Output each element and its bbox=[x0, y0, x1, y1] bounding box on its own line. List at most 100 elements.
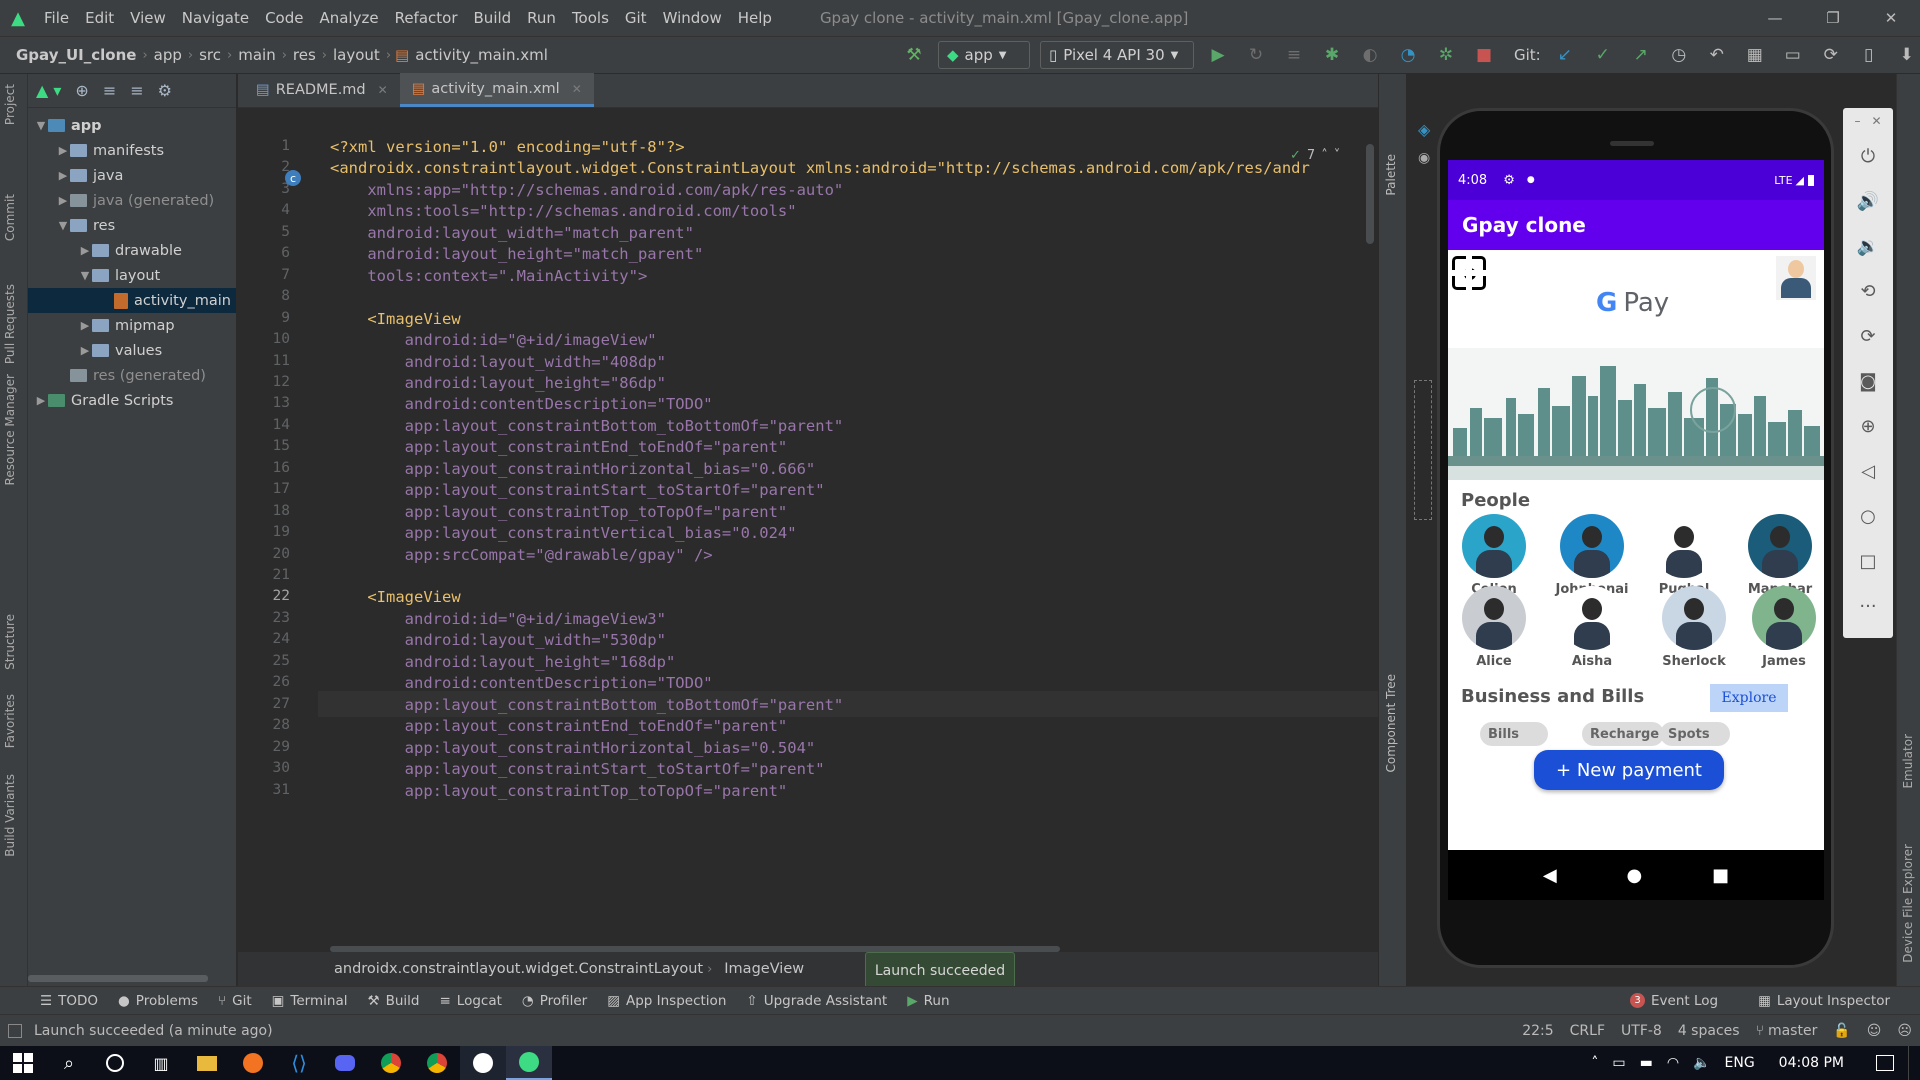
device-select[interactable]: ▯ Pixel 4 API 30 ▼ bbox=[1040, 41, 1194, 69]
home-icon[interactable]: ● bbox=[1627, 865, 1643, 886]
breadcrumb-layout[interactable]: androidx.constraintlayout.widget.Constra… bbox=[334, 961, 703, 977]
stripe-tab-pull-requests[interactable]: Pull Requests bbox=[3, 284, 17, 364]
chevron-down-icon[interactable]: ▼ bbox=[34, 119, 48, 132]
chevron-right-icon[interactable]: ▶ bbox=[78, 344, 92, 357]
toolwindow-upgrade-assistant[interactable]: ⇧ Upgrade Assistant bbox=[736, 993, 897, 1009]
recents-icon[interactable]: ■ bbox=[1712, 865, 1729, 886]
history-icon[interactable]: ◷ bbox=[1665, 41, 1693, 69]
chrome-alt-icon[interactable] bbox=[414, 1046, 460, 1080]
chevron-down-icon[interactable]: ▼ bbox=[56, 219, 70, 232]
tree-item-app[interactable]: ▼ app bbox=[28, 113, 236, 138]
chevron-down-icon[interactable]: ˅ bbox=[1334, 148, 1341, 163]
breadcrumb-item[interactable]: layout bbox=[331, 46, 382, 64]
maximize-icon[interactable]: ❐ bbox=[1804, 0, 1862, 36]
git-commit-icon[interactable]: ✓ bbox=[1589, 41, 1617, 69]
menu-file[interactable]: File bbox=[36, 9, 77, 27]
emu-minimize-icon[interactable]: – bbox=[1854, 114, 1860, 128]
menu-help[interactable]: Help bbox=[730, 9, 780, 27]
line-separator[interactable]: CRLF bbox=[1570, 1023, 1605, 1039]
face-icon[interactable]: ☺ bbox=[1867, 1023, 1882, 1039]
explore-button[interactable]: Explore bbox=[1710, 684, 1788, 712]
stripe-tab-commit[interactable]: Commit bbox=[3, 194, 17, 241]
apply-changes-icon[interactable]: ≡ bbox=[1280, 41, 1308, 69]
chevron-right-icon[interactable]: ▶ bbox=[34, 394, 48, 407]
code-editor[interactable]: <?xml version="1.0" encoding="utf-8"?> <a… bbox=[330, 138, 1330, 952]
cortana-icon[interactable] bbox=[92, 1046, 138, 1080]
menu-build[interactable]: Build bbox=[466, 9, 520, 27]
stripe-tab-favorites[interactable]: Favorites bbox=[3, 694, 17, 748]
chevron-right-icon[interactable]: ▶ bbox=[78, 319, 92, 332]
wifi-icon[interactable]: ◠ bbox=[1667, 1055, 1679, 1071]
overview-icon[interactable]: □ bbox=[1843, 539, 1893, 584]
volume-down-icon[interactable]: 🔉 bbox=[1843, 224, 1893, 269]
android-view-icon[interactable]: ▲ ▾ bbox=[36, 81, 61, 100]
menu-code[interactable]: Code bbox=[257, 9, 311, 27]
person-avatar-james[interactable] bbox=[1752, 586, 1816, 650]
indent-setting[interactable]: 4 spaces bbox=[1678, 1023, 1740, 1039]
component-tree-tab[interactable]: Component Tree bbox=[1384, 674, 1398, 772]
lock-icon[interactable]: 🔓 bbox=[1833, 1023, 1850, 1039]
tree-item-manifests[interactable]: ▶ manifests bbox=[28, 138, 236, 163]
toolwindow-problems[interactable]: ● Problems bbox=[108, 993, 208, 1009]
person-avatar-johnhonai[interactable] bbox=[1560, 514, 1624, 578]
emu-close-icon[interactable]: ✕ bbox=[1871, 114, 1881, 128]
palette-tab[interactable]: Palette bbox=[1384, 154, 1398, 196]
chevron-up-icon[interactable]: ˄ bbox=[1321, 148, 1328, 163]
volume-up-icon[interactable]: 🔊 bbox=[1843, 179, 1893, 224]
menu-analyze[interactable]: Analyze bbox=[311, 9, 386, 27]
tree-item-layout[interactable]: ▼ layout bbox=[28, 263, 236, 288]
breadcrumb-item[interactable]: activity_main.xml bbox=[413, 46, 550, 64]
discord-icon[interactable] bbox=[322, 1046, 368, 1080]
gear-icon[interactable]: ⚙ bbox=[158, 81, 172, 100]
menu-git[interactable]: Git bbox=[617, 9, 655, 27]
layout-inspector-button[interactable]: ▦ Layout Inspector bbox=[1748, 993, 1900, 1009]
stripe-tab-resource-manager[interactable]: Resource Manager bbox=[3, 374, 17, 485]
camera-icon[interactable]: ◙ bbox=[1843, 359, 1893, 404]
menu-refactor[interactable]: Refactor bbox=[387, 9, 466, 27]
close-tab-icon[interactable]: ✕ bbox=[572, 82, 582, 96]
stripe-tab-structure[interactable]: Structure bbox=[3, 614, 17, 670]
notifications-icon[interactable] bbox=[1876, 1055, 1894, 1071]
close-icon[interactable]: ✕ bbox=[1862, 0, 1920, 36]
tree-item-res-generated-[interactable]: res (generated) bbox=[28, 363, 236, 388]
rotate-right-icon[interactable]: ⟳ bbox=[1843, 314, 1893, 359]
status-toggle-icon[interactable] bbox=[8, 1023, 22, 1038]
new-payment-button[interactable]: + New payment bbox=[1534, 750, 1724, 790]
menu-run[interactable]: Run bbox=[519, 9, 564, 27]
task-view-icon[interactable]: ▥ bbox=[138, 1046, 184, 1080]
app-icon[interactable] bbox=[460, 1046, 506, 1080]
tree-item-res[interactable]: ▼ res bbox=[28, 213, 236, 238]
windows-start-icon[interactable] bbox=[0, 1046, 46, 1080]
chip-bills[interactable]: Bills bbox=[1480, 722, 1548, 746]
more-icon[interactable]: ··· bbox=[1843, 584, 1893, 629]
speaker-icon[interactable]: 🔈 bbox=[1693, 1055, 1710, 1071]
firefox-icon[interactable] bbox=[230, 1046, 276, 1080]
clock[interactable]: 04:08 PM bbox=[1779, 1055, 1844, 1071]
phone-screen[interactable]: 4:08 ⚙ ● LTE ◢ Gpay clone G Pay People A… bbox=[1448, 160, 1824, 900]
file-explorer-icon[interactable] bbox=[184, 1046, 230, 1080]
menu-tools[interactable]: Tools bbox=[564, 9, 617, 27]
menu-window[interactable]: Window bbox=[655, 9, 730, 27]
device-icon[interactable]: ▭ bbox=[1612, 1055, 1625, 1071]
breadcrumb-item[interactable]: Gpay_UI_clone bbox=[14, 46, 138, 64]
toolwindow-terminal[interactable]: ▣ Terminal bbox=[262, 993, 358, 1009]
toolwindow-todo[interactable]: ☰ TODO bbox=[30, 993, 108, 1009]
editor-tab-activity_main-xml[interactable]: ▤ activity_main.xml ✕ bbox=[399, 73, 594, 107]
run-icon[interactable]: ▶ bbox=[1204, 41, 1232, 69]
toolwindow-git[interactable]: ⑂ Git bbox=[208, 993, 262, 1009]
person-avatar-manohar[interactable] bbox=[1748, 514, 1812, 578]
person-avatar-celion[interactable] bbox=[1462, 514, 1526, 578]
person-avatar-sherlock[interactable] bbox=[1662, 586, 1726, 650]
breadcrumb-item[interactable]: app bbox=[152, 46, 184, 64]
menu-navigate[interactable]: Navigate bbox=[174, 9, 257, 27]
menu-edit[interactable]: Edit bbox=[77, 9, 122, 27]
rollback-icon[interactable]: ↶ bbox=[1703, 41, 1731, 69]
tree-item-mipmap[interactable]: ▶ mipmap bbox=[28, 313, 236, 338]
expand-all-icon[interactable]: ≡ bbox=[103, 81, 116, 100]
home-icon[interactable]: ○ bbox=[1843, 494, 1893, 539]
menu-view[interactable]: View bbox=[122, 9, 174, 27]
back-icon[interactable]: ◀ bbox=[1543, 865, 1557, 886]
chip-recharge[interactable]: Recharge bbox=[1582, 722, 1664, 746]
locate-icon[interactable]: ⊕ bbox=[75, 81, 88, 100]
eye-icon[interactable]: ◉ bbox=[1418, 150, 1430, 166]
